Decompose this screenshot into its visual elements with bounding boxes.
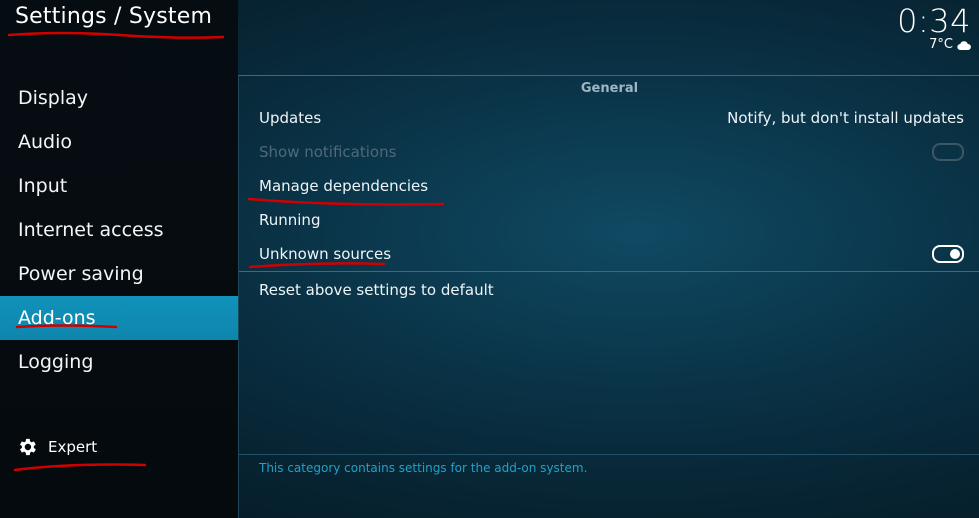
clock: 0:34 [897,2,971,40]
reset-label: Reset above settings to default [259,281,494,299]
cloud-icon [957,40,971,50]
setting-label: Updates [259,109,322,127]
setting-label: Unknown sources [259,245,392,263]
category-description: This category contains settings for the … [259,461,588,475]
footer-divider [239,454,979,455]
sidebar-item-input[interactable]: Input [0,164,238,208]
sidebar-item-internet-access[interactable]: Internet access [0,208,238,252]
page-title: Settings / System [15,4,213,29]
gear-icon [20,438,36,456]
expert-level-button[interactable]: Expert [16,435,97,459]
sidebar-menu: Display Audio Input Internet access Powe… [0,76,238,384]
sidebar: Settings / System Display Audio Input In… [0,0,238,518]
weather: 7°C [929,37,971,52]
setting-manage-dependencies[interactable]: Manage dependencies [259,169,964,203]
setting-label: Running [259,211,321,229]
temperature: 7°C [929,37,953,52]
expert-label: Expert [48,438,98,456]
sidebar-item-add-ons[interactable]: Add-ons [0,296,238,340]
toggle-switch[interactable] [932,245,964,263]
setting-unknown-sources[interactable]: Unknown sources [259,237,964,271]
reset-settings-button[interactable]: Reset above settings to default [259,273,964,307]
sidebar-item-display[interactable]: Display [0,76,238,120]
setting-value: Notify, but don't install updates [727,109,964,127]
settings-panel: General Updates Notify, but don't instal… [238,75,979,518]
kodi-settings-screen: Settings / System Display Audio Input In… [0,0,979,518]
setting-running[interactable]: Running [259,203,964,237]
sidebar-item-logging[interactable]: Logging [0,340,238,384]
sidebar-item-audio[interactable]: Audio [0,120,238,164]
setting-show-notifications: Show notifications [259,135,964,169]
setting-label: Show notifications [259,143,397,161]
section-header-general: General [580,81,639,96]
setting-updates[interactable]: Updates Notify, but don't install update… [259,101,964,135]
sidebar-item-power-saving[interactable]: Power saving [0,252,238,296]
divider [239,271,979,272]
toggle-switch [932,143,964,161]
setting-label: Manage dependencies [259,177,429,195]
